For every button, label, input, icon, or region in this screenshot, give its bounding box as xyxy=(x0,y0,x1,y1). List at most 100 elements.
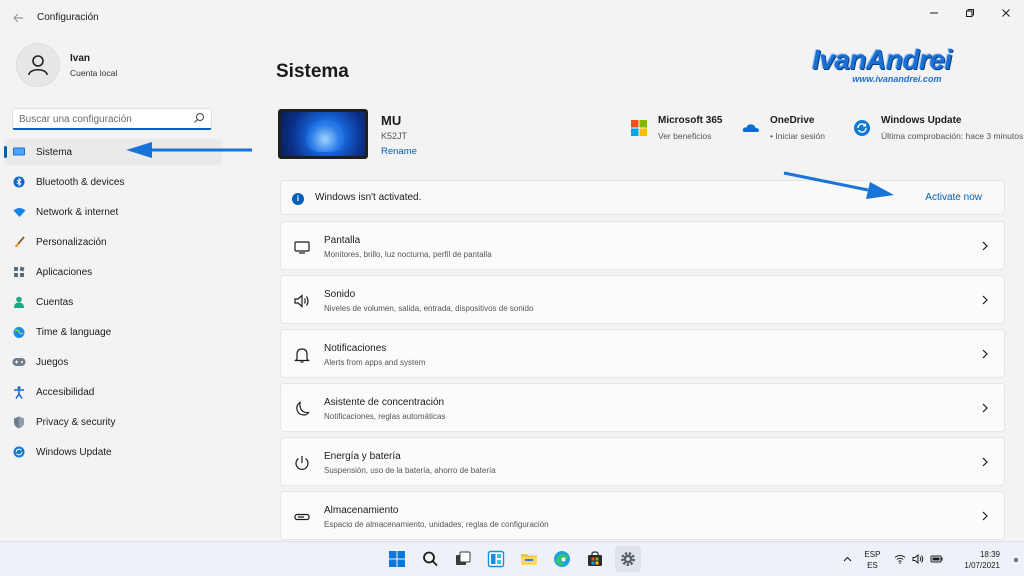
taskbar-search-button[interactable] xyxy=(417,546,443,572)
sidebar-item-personalization[interactable]: Personalización xyxy=(4,229,222,255)
sidebar-item-gaming[interactable]: Juegos xyxy=(4,349,222,375)
search-box[interactable] xyxy=(12,108,212,130)
taskbar-apps xyxy=(384,546,648,572)
edge-button[interactable] xyxy=(549,546,575,572)
search-icon xyxy=(194,113,204,123)
update-icon xyxy=(12,445,26,459)
activation-message: Windows isn't activated. xyxy=(315,192,422,203)
sidebar-item-label: Windows Update xyxy=(36,446,112,458)
chevron-right-icon xyxy=(982,403,988,413)
device-summary: MU K52JT Rename xyxy=(278,109,417,159)
apps-icon xyxy=(12,265,26,279)
input-language-indicator[interactable]: ESP ES xyxy=(864,549,880,571)
window-controls xyxy=(916,0,1024,26)
shield-icon xyxy=(12,415,26,429)
page-title: Sistema xyxy=(276,61,349,82)
quick-link-title: OneDrive xyxy=(770,115,815,126)
close-icon xyxy=(1002,9,1010,17)
settings-card-sonido[interactable]: Sonido Niveles de volumen, salida, entra… xyxy=(280,275,1005,324)
person-icon xyxy=(12,295,26,309)
sidebar-item-label: Personalización xyxy=(36,236,107,248)
storage-icon xyxy=(294,513,310,521)
card-title: Pantalla xyxy=(324,235,361,246)
rename-link[interactable]: Rename xyxy=(381,146,417,157)
sidebar-item-label: Privacy & security xyxy=(36,416,116,428)
sidebar-item-windows-update[interactable]: Windows Update xyxy=(4,439,222,465)
restore-icon xyxy=(966,9,974,17)
monitor-icon xyxy=(12,145,26,159)
sidebar-item-label: Cuentas xyxy=(36,296,74,308)
sidebar-item-apps[interactable]: Aplicaciones xyxy=(4,259,222,285)
settings-card-pantalla[interactable]: Pantalla Monitores, brillo, luz nocturna… xyxy=(280,221,1005,270)
watermark-brand: IvanAndrei xyxy=(812,44,952,75)
avatar xyxy=(16,43,60,87)
task-view-button[interactable] xyxy=(450,546,476,572)
settings-card-asistente-concentracion[interactable]: Asistente de concentración Notificacione… xyxy=(280,383,1005,432)
chevron-up-icon xyxy=(844,556,852,562)
settings-card-notificaciones[interactable]: Notificaciones Alerts from apps and syst… xyxy=(280,329,1005,378)
settings-card-energia-bateria[interactable]: Energía y batería Suspensión, uso de la … xyxy=(280,437,1005,486)
quick-link-windows-update[interactable]: Windows Update Última comprobación: hace… xyxy=(853,115,1024,142)
sidebar-item-bluetooth[interactable]: Bluetooth & devices xyxy=(4,169,222,195)
activate-now-button[interactable]: Activate now xyxy=(925,192,982,203)
quick-link-onedrive[interactable]: OneDrive • Iniciar sesión xyxy=(742,115,825,142)
title-bar: Configuración xyxy=(0,0,1024,36)
gamepad-icon xyxy=(12,355,26,369)
sidebar-item-privacy-security[interactable]: Privacy & security xyxy=(4,409,222,435)
sidebar-item-label: Network & internet xyxy=(36,206,119,218)
close-button[interactable] xyxy=(988,0,1024,26)
settings-card-list: Pantalla Monitores, brillo, luz nocturna… xyxy=(280,221,1005,545)
sidebar-item-label: Bluetooth & devices xyxy=(36,176,125,188)
windows-start-button[interactable] xyxy=(384,546,410,572)
minimize-button[interactable] xyxy=(916,0,952,26)
microsoft-logo-icon xyxy=(631,120,647,136)
store-button[interactable] xyxy=(582,546,608,572)
sidebar-item-label: Sistema xyxy=(36,146,73,158)
watermark: IvanAndrei www.ivanandrei.com xyxy=(812,44,952,84)
card-title: Asistente de concentración xyxy=(324,397,445,408)
user-profile[interactable]: Ivan Cuenta local xyxy=(16,43,117,87)
quick-link-subtitle: Última comprobación: hace 3 minutos xyxy=(881,131,1024,141)
quick-link-title: Windows Update xyxy=(881,115,962,126)
restore-button[interactable] xyxy=(952,0,988,26)
card-title: Almacenamiento xyxy=(324,505,399,516)
search-input[interactable] xyxy=(19,111,189,127)
quick-link-microsoft-365[interactable]: Microsoft 365 Ver beneficios xyxy=(630,115,722,142)
sidebar-item-sistema[interactable]: Sistema xyxy=(4,139,222,165)
profile-name: Ivan xyxy=(70,52,91,64)
widgets-button[interactable] xyxy=(483,546,509,572)
chevron-right-icon xyxy=(982,295,988,305)
language-code: ESP xyxy=(864,549,881,559)
quick-settings-button[interactable] xyxy=(894,553,950,566)
card-title: Energía y batería xyxy=(324,451,401,462)
file-explorer-button[interactable] xyxy=(516,546,542,572)
wifi-icon xyxy=(894,554,906,566)
globe-clock-icon xyxy=(12,325,26,339)
sidebar-item-label: Time & language xyxy=(36,326,112,338)
show-desktop-button[interactable] xyxy=(1014,557,1018,562)
accessibility-icon xyxy=(12,385,26,399)
sidebar-item-network[interactable]: Network & internet xyxy=(4,199,222,225)
card-subtitle: Espacio de almacenamiento, unidades, reg… xyxy=(324,520,549,529)
back-button[interactable] xyxy=(8,8,28,28)
card-title: Sonido xyxy=(324,289,356,300)
sidebar-item-time-language[interactable]: Time & language xyxy=(4,319,222,345)
edge-icon xyxy=(554,551,570,567)
sidebar-item-accessibility[interactable]: Accesibilidad xyxy=(4,379,222,405)
clock[interactable]: 18:39 1/07/2021 xyxy=(964,549,1000,571)
quick-link-title: Microsoft 365 xyxy=(658,115,723,126)
bell-icon xyxy=(294,348,310,363)
widgets-icon xyxy=(487,550,505,568)
watermark-url: www.ivanandrei.com xyxy=(852,74,942,84)
file-explorer-icon xyxy=(521,554,537,565)
settings-card-almacenamiento[interactable]: Almacenamiento Espacio de almacenamiento… xyxy=(280,491,1005,540)
settings-taskbar-button[interactable] xyxy=(615,546,641,572)
bluetooth-icon xyxy=(12,175,26,189)
sidebar-item-accounts[interactable]: Cuentas xyxy=(4,289,222,315)
clock-time: 18:39 xyxy=(979,549,1000,559)
onedrive-cloud-icon xyxy=(742,124,759,132)
tray-overflow-button[interactable] xyxy=(843,555,852,564)
task-view-icon xyxy=(456,551,471,565)
card-subtitle: Monitores, brillo, luz nocturna, perfil … xyxy=(324,250,492,259)
chevron-right-icon xyxy=(982,457,988,467)
